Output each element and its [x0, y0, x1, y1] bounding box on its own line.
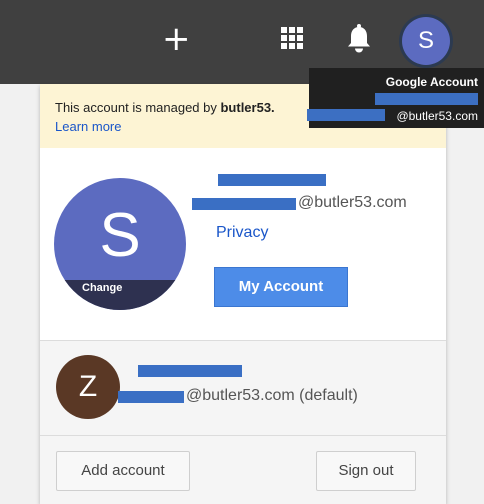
redacted-name [218, 174, 326, 186]
other-account-item[interactable]: Z @butler53.com (default) [40, 340, 446, 436]
learn-more-link[interactable]: Learn more [55, 119, 121, 134]
managed-domain: butler53. [220, 100, 275, 115]
tooltip-email: @butler53.com [396, 109, 478, 123]
profile-avatar-letter: S [99, 201, 141, 270]
redacted-email [118, 391, 184, 403]
redacted-name [138, 365, 242, 377]
account-panel: This account is managed by butler53. Lea… [40, 84, 446, 504]
bell-icon[interactable] [343, 22, 375, 56]
managed-message: This account is managed by butler53. [55, 100, 275, 115]
avatar-letter: S [402, 17, 450, 65]
privacy-link[interactable]: Privacy [216, 224, 268, 242]
add-account-button[interactable]: Add account [56, 451, 190, 491]
google-account-tooltip: Google Account @butler53.com [307, 68, 484, 128]
plus-icon[interactable]: + [162, 22, 191, 56]
other-account-avatar: Z [56, 355, 120, 419]
my-account-button[interactable]: My Account [214, 267, 348, 307]
profile-avatar[interactable]: S Change [54, 178, 186, 310]
panel-footer: Add account Sign out [40, 436, 446, 504]
tooltip-title: Google Account [385, 75, 478, 89]
account-avatar-button[interactable]: S [399, 14, 453, 68]
apps-grid-icon[interactable] [281, 27, 303, 49]
change-photo-label[interactable]: Change [82, 282, 122, 294]
account-email: @butler53.com [298, 194, 407, 211]
redacted-email [192, 198, 296, 210]
redacted-email [307, 109, 385, 121]
other-account-email: @butler53.com (default) [186, 387, 358, 404]
redacted-name [375, 93, 478, 105]
sign-out-button[interactable]: Sign out [316, 451, 416, 491]
current-account: S Change @butler53.com Privacy My Accoun… [40, 148, 446, 340]
